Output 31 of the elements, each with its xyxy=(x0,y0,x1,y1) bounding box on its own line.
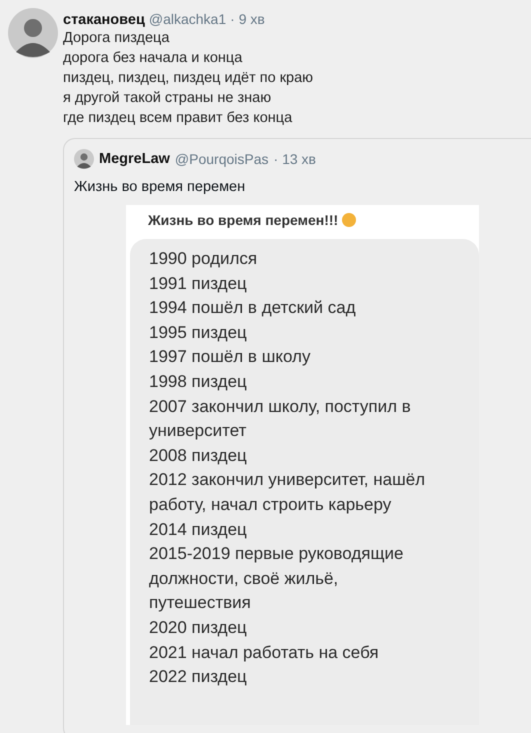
avatar-icon xyxy=(8,8,58,58)
tweet-text-line: Дорога пиздеца xyxy=(63,29,170,48)
tweet-text-line: дорога без начала и конца xyxy=(63,49,244,68)
avatar-icon xyxy=(74,149,94,169)
author-name[interactable]: MegreLaw xyxy=(99,151,170,167)
timeline-entry: 2022 пиздец xyxy=(149,666,248,688)
note-heading: Жизнь во время перемен!!! xyxy=(148,212,338,228)
timeline-entry: 2014 пиздец xyxy=(149,518,248,541)
post-time[interactable]: · 9 хв xyxy=(230,11,265,27)
timeline-entry: 2015-2019 первые руководящие должности, своё жильё, путешествия xyxy=(149,543,404,614)
post-time: · 13 хв xyxy=(274,151,316,167)
tweet-text-line: где пиздец всем правит без конца xyxy=(63,109,294,128)
timeline-entry: 2021 начал работать на себя xyxy=(149,642,380,664)
timeline-entry: 1990 родился xyxy=(149,248,258,270)
timeline-entry: 2007 закончил школу, поступил в университет xyxy=(149,396,412,442)
timeline-entry: 1997 пошёл в школу xyxy=(149,346,312,368)
tweet-text-line: я другой такой страны не знаю xyxy=(63,89,272,108)
author-name[interactable]: стакановец xyxy=(63,12,145,28)
author-handle[interactable]: @alkachka1 xyxy=(148,11,226,27)
timeline-entry: 1998 пиздец xyxy=(149,370,248,393)
timeline-entry: 2008 пиздец xyxy=(149,444,248,467)
timeline-entry: 1991 пиздец xyxy=(149,272,248,295)
timeline-entry: 1994 пошёл в детский сад xyxy=(149,297,357,320)
emoji-icon xyxy=(342,213,356,227)
tweet-text-line: пиздец, пиздец, пиздец идёт по краю xyxy=(63,69,314,88)
quoted-tweet-card[interactable] xyxy=(63,138,531,733)
timeline-entry: 2020 пиздец xyxy=(149,616,248,639)
author-handle: @PourqoisPas xyxy=(174,151,269,167)
timeline-entry: 2012 закончил университет, нашёл работу, начал строить карьеру xyxy=(149,469,426,516)
timeline-entry: 1995 пиздец xyxy=(149,322,248,344)
tweet-text: Жизнь во время перемен xyxy=(74,178,246,197)
